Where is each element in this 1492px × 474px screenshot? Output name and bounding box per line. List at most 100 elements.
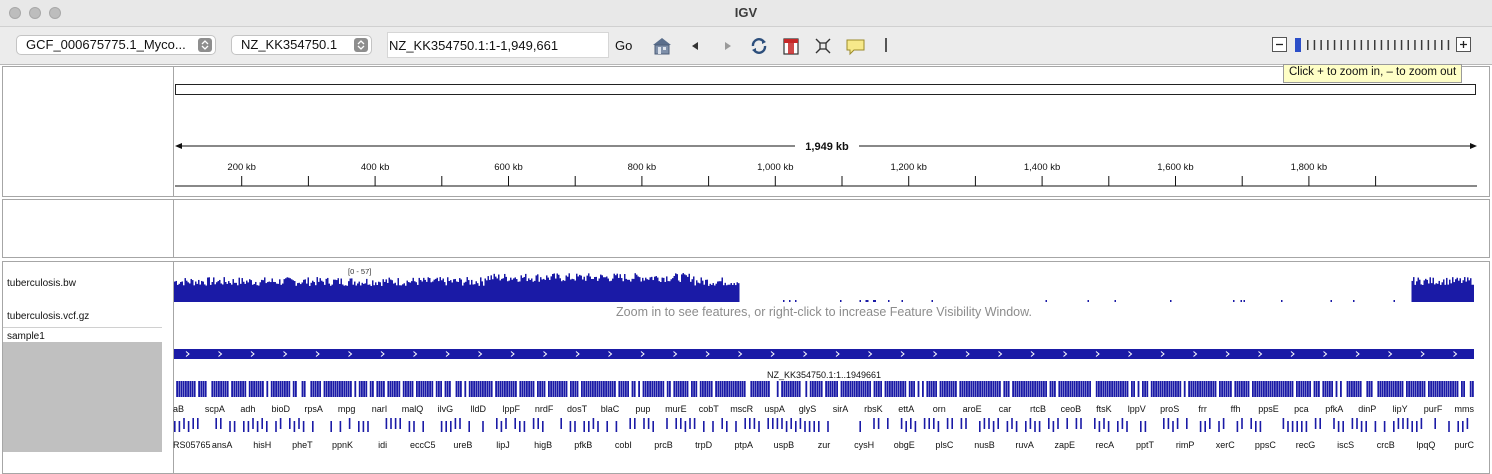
gene-label[interactable]: higB: [534, 440, 552, 450]
gene-label[interactable]: rimP: [1176, 440, 1195, 450]
coverage-track[interactable]: [0 - 57]: [174, 265, 1474, 303]
chromosome-ideogram[interactable]: [175, 84, 1476, 95]
gene-label[interactable]: nusB: [974, 440, 995, 450]
gene-label[interactable]: recG: [1296, 440, 1316, 450]
gene-label[interactable]: cysH: [854, 440, 874, 450]
gene-label[interactable]: idi: [378, 440, 387, 450]
gene-label[interactable]: pfkA: [1325, 404, 1343, 414]
gene-label[interactable]: purF: [1424, 404, 1443, 414]
region-of-interest-icon[interactable]: [781, 36, 801, 56]
gene-label[interactable]: aB: [173, 404, 184, 414]
gene-label[interactable]: rpsA: [304, 404, 323, 414]
gene-label[interactable]: murE: [665, 404, 687, 414]
gene-label[interactable]: ilvG: [438, 404, 454, 414]
gene-label[interactable]: ruvA: [1015, 440, 1034, 450]
gene-label[interactable]: narI: [372, 404, 388, 414]
resize-to-window-icon[interactable]: [813, 36, 833, 56]
forward-icon[interactable]: [718, 36, 738, 56]
gene-label[interactable]: sirA: [833, 404, 849, 414]
gene-label[interactable]: ffh: [1231, 404, 1241, 414]
gene-label[interactable]: ansA: [212, 440, 233, 450]
gene-label[interactable]: frr: [1198, 404, 1207, 414]
coverage-bar: [676, 274, 678, 302]
gene-label[interactable]: pheT: [292, 440, 313, 450]
gene-label[interactable]: hisH: [253, 440, 271, 450]
track-name-vcf[interactable]: tuberculosis.vcf.gz: [7, 311, 89, 322]
locus-search-input[interactable]: [387, 32, 609, 58]
gene-label[interactable]: adh: [240, 404, 255, 414]
gene-label[interactable]: pfkB: [574, 440, 592, 450]
gene-label[interactable]: obgE: [894, 440, 915, 450]
gene-label[interactable]: zur: [818, 440, 831, 450]
gene-label[interactable]: cobT: [699, 404, 719, 414]
coverage-bar: [429, 278, 431, 302]
gene-label[interactable]: malQ: [402, 404, 424, 414]
gene-label[interactable]: lppF: [502, 404, 520, 414]
gene-label[interactable]: purC: [1454, 440, 1474, 450]
gene-label[interactable]: RS05765: [173, 440, 211, 450]
gene-label[interactable]: lipY: [1393, 404, 1408, 414]
gene-label[interactable]: uspA: [764, 404, 785, 414]
ruler[interactable]: 1,949 kb 200 kb 400 kb 600 kb 800 kb 1,000 k…: [175, 133, 1479, 195]
gene-label[interactable]: prcB: [654, 440, 673, 450]
gene-label[interactable]: lpqQ: [1416, 440, 1435, 450]
gene-label[interactable]: recA: [1096, 440, 1115, 450]
popup-info-icon[interactable]: [845, 36, 865, 56]
gene-label[interactable]: bioD: [272, 404, 291, 414]
gene-label[interactable]: dosT: [567, 404, 587, 414]
gene-label[interactable]: uspB: [774, 440, 795, 450]
gene-label[interactable]: lldD: [471, 404, 487, 414]
gene-label[interactable]: crcB: [1377, 440, 1395, 450]
gene-label[interactable]: rbsK: [864, 404, 883, 414]
gene-label[interactable]: xerC: [1216, 440, 1235, 450]
coverage-bar: [672, 278, 674, 302]
gene-label[interactable]: pup: [635, 404, 650, 414]
gene-label[interactable]: mscR: [730, 404, 753, 414]
home-icon[interactable]: [651, 36, 671, 56]
gene-label[interactable]: ppsC: [1255, 440, 1276, 450]
gene-label[interactable]: lppV: [1128, 404, 1146, 414]
gene-label[interactable]: ppnK: [332, 440, 353, 450]
gene-strand-bar[interactable]: [174, 349, 1474, 360]
gene-label[interactable]: scpA: [205, 404, 225, 414]
track-name-bigwig[interactable]: tuberculosis.bw: [7, 278, 76, 289]
gene-label[interactable]: ftsK: [1096, 404, 1112, 414]
gene-label[interactable]: car: [999, 404, 1012, 414]
gene-label[interactable]: rtcB: [1030, 404, 1046, 414]
gene-label[interactable]: nrdF: [535, 404, 554, 414]
zoom-slider[interactable]: [1293, 37, 1450, 52]
sample-name-band[interactable]: [3, 342, 162, 452]
genome-select[interactable]: GCF_000675775.1_Myco...: [16, 35, 216, 55]
gene-label[interactable]: pptT: [1136, 440, 1154, 450]
gene-label[interactable]: glyS: [799, 404, 817, 414]
gene-label[interactable]: eccC5: [410, 440, 436, 450]
gene-label[interactable]: aroE: [963, 404, 982, 414]
go-button[interactable]: Go: [612, 38, 635, 53]
gene-label[interactable]: ceoB: [1061, 404, 1082, 414]
track-name-sample[interactable]: sample1: [7, 331, 45, 342]
gene-label[interactable]: lipJ: [496, 440, 510, 450]
gene-label[interactable]: proS: [1160, 404, 1179, 414]
refresh-icon[interactable]: [749, 36, 769, 56]
gene-label[interactable]: blaC: [601, 404, 620, 414]
gene-label[interactable]: ettA: [898, 404, 914, 414]
zoom-in-button[interactable]: [1456, 37, 1471, 52]
gene-label[interactable]: ureB: [453, 440, 472, 450]
gene-label[interactable]: dinP: [1358, 404, 1376, 414]
gene-label[interactable]: zapE: [1054, 440, 1075, 450]
gene-label[interactable]: pca: [1294, 404, 1309, 414]
gene-label[interactable]: mpg: [338, 404, 356, 414]
gene-label[interactable]: mms: [1455, 404, 1475, 414]
zoom-out-button[interactable]: [1272, 37, 1287, 52]
gene-label[interactable]: trpD: [695, 440, 712, 450]
gene-label[interactable]: cobI: [615, 440, 632, 450]
dense-gene-track[interactable]: [174, 381, 1474, 398]
gene-label[interactable]: orn: [933, 404, 946, 414]
gene-label[interactable]: iscS: [1337, 440, 1354, 450]
chromosome-select[interactable]: NZ_KK354750.1: [231, 35, 372, 55]
gene-label[interactable]: ptpA: [734, 440, 753, 450]
back-icon[interactable]: [686, 36, 706, 56]
gene-label[interactable]: plsC: [935, 440, 953, 450]
expanded-gene-track[interactable]: [174, 418, 1474, 432]
gene-label[interactable]: ppsE: [1258, 404, 1279, 414]
